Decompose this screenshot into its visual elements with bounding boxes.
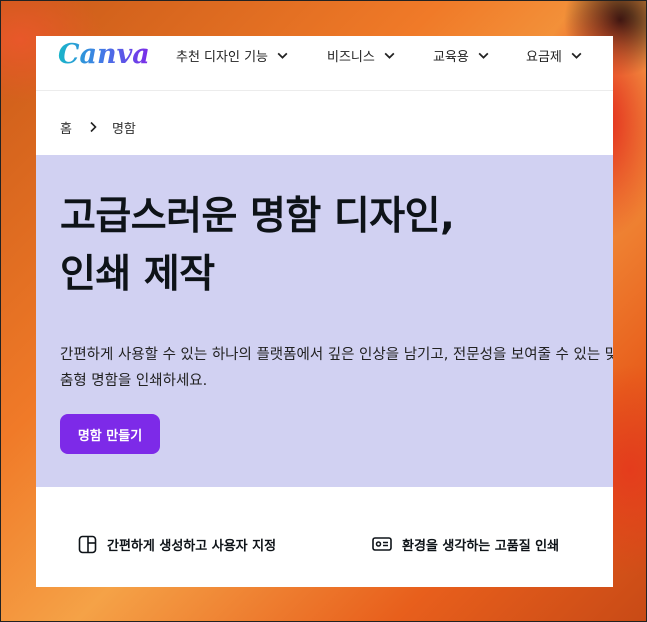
id-card-icon (372, 537, 392, 551)
chevron-right-icon (90, 121, 97, 133)
breadcrumb-current: 명함 (111, 121, 136, 137)
chevron-down-icon (478, 52, 489, 59)
nav-item-education[interactable]: 교육용 (433, 45, 490, 65)
page-title-line-2: 인쇄 제작 (60, 252, 215, 297)
chevron-down-icon (277, 52, 288, 59)
feature-label: 환경을 생각하는 고품질 인쇄 (402, 538, 560, 554)
feature-eco-print: 환경을 생각하는 고품질 인쇄 (372, 533, 559, 555)
feature-label: 간편하게 생성하고 사용자 지정 (107, 538, 277, 554)
nav-item-label: 비즈니스 (327, 49, 375, 65)
top-navigation: Canva 추천 디자인 기능 비즈니스 교육용 요금제 (36, 36, 613, 91)
nav-item-business[interactable]: 비즈니스 (327, 45, 396, 65)
layout-panel-icon (78, 535, 97, 553)
nav-item-label: 추천 디자인 기능 (176, 49, 268, 65)
hero-section: 고급스러운 명함 디자인, 인쇄 제작 간편하게 사용할 수 있는 하나의 플랫… (36, 155, 613, 487)
chevron-down-icon (571, 52, 582, 59)
canva-logo[interactable]: Canva (58, 38, 150, 72)
page-title: 고급스러운 명함 디자인, 인쇄 제작 (60, 188, 600, 304)
page-frame: Canva 추천 디자인 기능 비즈니스 교육용 요금제 홈 명함 고급스러운 … (36, 36, 613, 587)
page-title-line-1: 고급스러운 명함 디자인, (60, 194, 455, 239)
hero-description: 간편하게 사용할 수 있는 하나의 플랫폼에서 깊은 인상을 남기고, 전문성을… (60, 347, 613, 389)
breadcrumb-home-link[interactable]: 홈 (60, 118, 72, 137)
nav-item-label: 요금제 (526, 49, 562, 65)
chevron-down-icon (384, 52, 395, 59)
feature-easy-create: 간편하게 생성하고 사용자 지정 (78, 533, 276, 555)
nav-item-featured-design[interactable]: 추천 디자인 기능 (176, 45, 289, 65)
nav-item-pricing[interactable]: 요금제 (526, 45, 583, 65)
breadcrumb: 홈 명함 (60, 118, 136, 137)
nav-item-label: 교육용 (433, 49, 469, 65)
create-business-card-button[interactable]: 명함 만들기 (60, 414, 160, 454)
